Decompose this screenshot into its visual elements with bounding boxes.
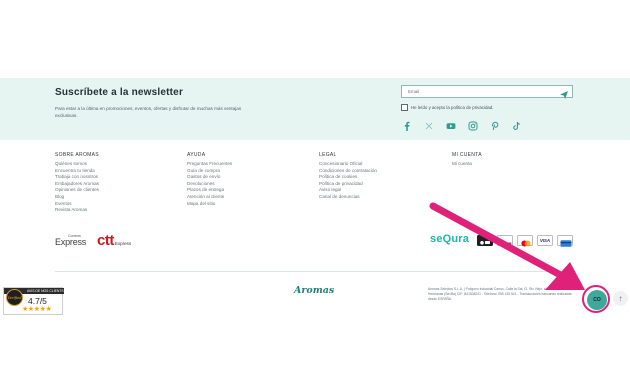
footer-link[interactable]: Quiénes somos xyxy=(55,161,99,168)
instagram-icon[interactable] xyxy=(467,120,478,131)
email-field-wrapper xyxy=(401,85,573,99)
footer-link[interactable]: Opiniones de clientes xyxy=(55,187,99,194)
footer-link[interactable]: Condiciones de contratación xyxy=(319,168,377,175)
footer-link[interactable]: Mi cuenta xyxy=(452,161,482,168)
footer-column-legal: LEGAL Concesionario Oficial Condiciones … xyxy=(319,152,377,201)
x-icon[interactable] xyxy=(423,120,434,131)
ctt-express-label: Express xyxy=(114,241,132,246)
footer-link[interactable]: Blog xyxy=(55,194,99,201)
youtube-icon[interactable] xyxy=(445,120,456,131)
footer-heading: SOBRE AROMAS xyxy=(55,152,99,158)
footer-link[interactable]: Encuentra tu tienda xyxy=(55,168,99,175)
rating-stars: ★★★★★ xyxy=(22,306,52,313)
footer-link[interactable]: Eventos xyxy=(55,201,99,208)
visa-icon: VISA xyxy=(537,235,553,246)
ctt-label: ctt xyxy=(97,232,114,249)
footer-column-account: MI CUENTA Mi cuenta xyxy=(452,152,482,168)
verified-reviews-logo: Verified xyxy=(6,289,23,306)
correos-express-label: Express xyxy=(55,237,87,247)
footer-link[interactable]: Gastos de envío xyxy=(187,174,232,181)
correos-express-logo: Correos Express xyxy=(55,234,89,248)
footer-link[interactable]: Mapa del sitio xyxy=(187,201,232,208)
google-pay-icon xyxy=(497,235,513,246)
footer-link[interactable]: Preguntas Frecuentes xyxy=(187,161,232,168)
rating-score: 4.7/5 xyxy=(28,296,47,306)
send-icon[interactable] xyxy=(559,87,569,99)
footer-link[interactable]: Guía de compra xyxy=(187,168,232,175)
privacy-checkbox[interactable] xyxy=(401,104,408,111)
social-links xyxy=(401,120,533,131)
sequra-logo: seQura xyxy=(430,233,470,245)
mastercard-icon xyxy=(517,235,533,247)
newsletter-title: Suscríbete a la newsletter xyxy=(55,87,184,98)
card-icon xyxy=(557,235,573,247)
aromas-logo[interactable]: Aromas xyxy=(294,285,334,296)
privacy-label: He leído y acepto la política de privaci… xyxy=(411,105,494,110)
footer-heading: LEGAL xyxy=(319,152,337,158)
newsletter-section: Suscríbete a la newsletter Para estar a … xyxy=(0,78,630,140)
footer-heading: AYUDA xyxy=(187,152,206,158)
footer-link[interactable]: Trabaja con nosotros xyxy=(55,174,99,181)
footer-link[interactable]: Plazos de entrega xyxy=(187,187,232,194)
footer-column-about: SOBRE AROMAS Quiénes somos Encuentra tu … xyxy=(55,152,99,214)
footer-link[interactable]: Aviso legal xyxy=(319,187,377,194)
footer-link[interactable]: Devoluciones xyxy=(187,181,232,188)
company-legal-text: Aromas Selectos S.L.U. | Polígono Indust… xyxy=(428,287,572,301)
email-input[interactable] xyxy=(402,86,558,97)
facebook-icon[interactable] xyxy=(401,120,412,131)
privacy-consent: He leído y acepto la política de privaci… xyxy=(401,104,494,111)
apple-pay-icon xyxy=(477,235,493,246)
footer-link[interactable]: Revista Aromas xyxy=(55,207,99,214)
customer-reviews-badge[interactable]: AVIS DE NOS CLIENTS Verified 4.7/5 ★★★★★ xyxy=(3,287,64,315)
footer-link[interactable]: Atención al cliente xyxy=(187,194,232,201)
pinterest-icon[interactable] xyxy=(489,120,500,131)
footer-link[interactable]: Canal de denuncias xyxy=(319,194,377,201)
rating-header-text: AVIS DE NOS CLIENTS xyxy=(27,288,64,293)
back-to-top-button[interactable]: ↑ xyxy=(613,291,628,306)
footer-link[interactable]: Embajadores Aromas xyxy=(55,181,99,188)
tiktok-icon[interactable] xyxy=(511,120,522,131)
footer-link[interactable]: Concesionario Oficial xyxy=(319,161,377,168)
cookie-settings-button[interactable]: CO xyxy=(587,290,607,310)
footer-divider xyxy=(55,271,575,272)
ctt-express-logo: ctt Express xyxy=(97,232,131,248)
footer-link[interactable]: Política de privacidad xyxy=(319,181,377,188)
footer-heading: MI CUENTA xyxy=(452,152,482,158)
footer-column-help: AYUDA Preguntas Frecuentes Guía de compr… xyxy=(187,152,232,207)
footer-link[interactable]: Política de cookies xyxy=(319,174,377,181)
newsletter-description: Para estar a la última en promociones, e… xyxy=(55,106,242,118)
